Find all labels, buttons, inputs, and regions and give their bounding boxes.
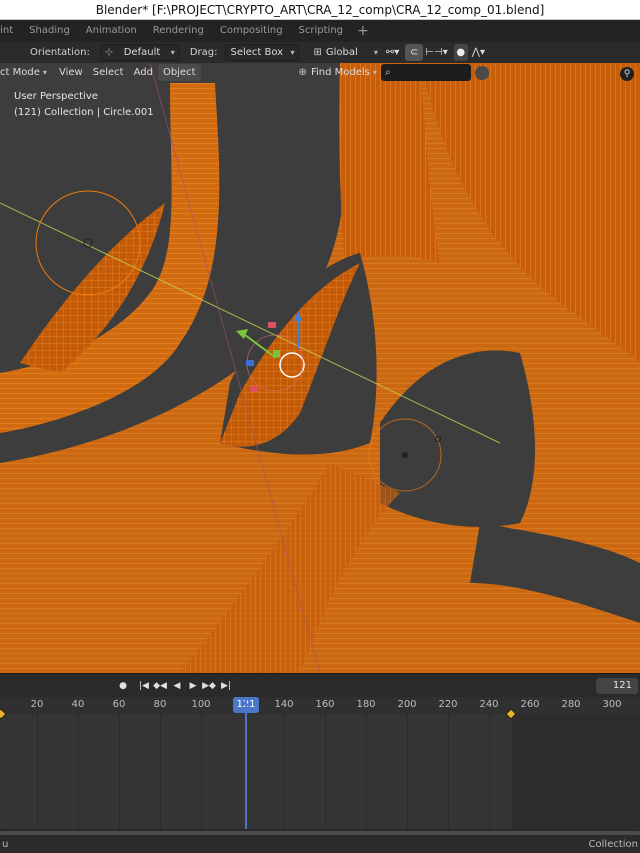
viewport-perspective-label: User Perspective xyxy=(14,91,98,102)
viewport-header: ct Mode ▾ View Select Add Object ⊕ Find … xyxy=(0,63,640,82)
grid-line xyxy=(489,714,490,829)
ruler-tick: 40 xyxy=(71,699,85,710)
mode-dropdown[interactable]: ct Mode ▾ xyxy=(0,64,50,81)
ruler-tick: 280 xyxy=(561,699,581,710)
orientation-dropdown[interactable]: ⊹ Default ▾ xyxy=(99,44,180,61)
add-workspace-button[interactable]: + xyxy=(351,23,375,39)
orientation-icon: ⊹ xyxy=(104,47,114,58)
orientation-value: Default xyxy=(123,47,161,58)
grid-line xyxy=(325,714,326,829)
chevron-down-icon: ▾ xyxy=(42,68,47,77)
ruler-tick: 80 xyxy=(153,699,167,710)
menu-add[interactable]: Add xyxy=(129,64,158,81)
menu-select[interactable]: Select xyxy=(88,64,129,81)
jump-start-icon[interactable]: |◀ xyxy=(137,679,151,693)
chevron-down-icon: ▾ xyxy=(170,48,175,57)
drag-value: Select Box xyxy=(230,47,284,58)
find-models-dropdown[interactable]: Find Models ▾ xyxy=(307,64,381,81)
model-search-input[interactable]: ⌕ xyxy=(380,64,471,81)
mode-value: ct Mode xyxy=(0,67,40,78)
grid-line xyxy=(284,714,285,829)
ruler-tick: 20 xyxy=(30,699,44,710)
snap-increment-icon[interactable]: ⊢⊣▾ xyxy=(425,47,447,58)
find-models-label: Find Models xyxy=(310,67,370,78)
window-title: Blender* [F:\PROJECT\CRYPTO_ART\CRA_12_c… xyxy=(0,0,640,20)
timeline-track-area[interactable] xyxy=(0,714,640,829)
transform-orientation-icon: ⊞ xyxy=(313,47,322,58)
frame-range xyxy=(0,714,512,829)
ruler-tick: 160 xyxy=(315,699,335,710)
chevron-down-icon: ▾ xyxy=(373,48,378,57)
ruler-tick: 140 xyxy=(274,699,294,710)
frame-ruler[interactable]: 20 40 60 80 100 121 140 160 180 200 220 … xyxy=(0,697,640,714)
status-bar: u Collection xyxy=(0,837,640,853)
status-right: Collection xyxy=(588,839,638,850)
prev-keyframe-icon[interactable]: ◆◀ xyxy=(153,679,167,693)
wireframe-scene xyxy=(0,63,640,673)
tab-animation[interactable]: Animation xyxy=(78,20,145,42)
current-frame-field[interactable]: 121 xyxy=(596,678,638,694)
pivot-icon[interactable]: ⚯▾ xyxy=(386,47,399,58)
timeline-scrollbar[interactable] xyxy=(0,829,640,837)
ruler-tick: 60 xyxy=(112,699,126,710)
chevron-down-icon: ▾ xyxy=(290,48,295,57)
tool-settings-bar: Orientation: ⊹ Default ▾ Drag: Select Bo… xyxy=(0,42,640,63)
workspace-tabs: aint Shading Animation Rendering Composi… xyxy=(0,20,640,42)
tab-compositing[interactable]: Compositing xyxy=(212,20,291,42)
drag-label: Drag: xyxy=(189,47,218,58)
proportional-edit-icon[interactable]: ● xyxy=(453,44,468,61)
drag-dropdown[interactable]: Select Box ▾ xyxy=(225,44,300,61)
grid-line xyxy=(407,714,408,829)
orientation-label: Orientation: xyxy=(30,47,90,58)
search-toggle-icon[interactable] xyxy=(474,65,489,80)
ruler-tick: 240 xyxy=(479,699,499,710)
next-keyframe-icon[interactable]: ▶◆ xyxy=(202,679,216,693)
tab-shading[interactable]: Shading xyxy=(21,20,78,42)
search-icon: ⌕ xyxy=(384,67,391,78)
grid-line xyxy=(201,714,202,829)
ruler-tick: 260 xyxy=(520,699,540,710)
ruler-tick: 220 xyxy=(438,699,458,710)
playhead[interactable] xyxy=(245,697,247,829)
ruler-tick: 100 xyxy=(191,699,211,710)
grid-line xyxy=(448,714,449,829)
ruler-tick: 200 xyxy=(397,699,417,710)
transform-space-dropdown[interactable]: Global ▾ xyxy=(322,44,382,61)
grid-line xyxy=(37,714,38,829)
tab-scripting[interactable]: Scripting xyxy=(291,20,351,42)
falloff-curve-icon[interactable]: ⋀▾ xyxy=(472,47,485,58)
menu-object[interactable]: Object xyxy=(157,64,201,81)
grid-line xyxy=(160,714,161,829)
ruler-tick: 180 xyxy=(356,699,376,710)
record-icon[interactable]: ● xyxy=(116,679,130,693)
grid-line xyxy=(119,714,120,829)
find-models-icon: ⊕ xyxy=(298,67,307,78)
jump-end-icon[interactable]: ▶| xyxy=(219,679,233,693)
chevron-down-icon: ▾ xyxy=(372,68,377,77)
play-reverse-icon[interactable]: ◀ xyxy=(170,679,184,693)
grid-line xyxy=(78,714,79,829)
snap-toggle-icon[interactable]: ⊂ xyxy=(405,44,424,61)
grid-line xyxy=(366,714,367,829)
transform-space-value: Global xyxy=(325,47,358,58)
play-icon[interactable]: ▶ xyxy=(186,679,200,693)
ruler-tick: 300 xyxy=(602,699,622,710)
viewport-collection-info: (121) Collection | Circle.001 xyxy=(14,107,154,118)
tab-paint[interactable]: aint xyxy=(0,20,21,42)
scrollbar-thumb[interactable] xyxy=(0,831,640,835)
status-left: u xyxy=(2,839,9,850)
tab-rendering[interactable]: Rendering xyxy=(145,20,212,42)
3d-viewport[interactable]: User Perspective (121) Collection | Circ… xyxy=(0,63,640,673)
menu-view[interactable]: View xyxy=(54,64,88,81)
timeline-header: ● |◀ ◆◀ ◀ ▶ ▶◆ ▶| 121 xyxy=(0,673,640,697)
